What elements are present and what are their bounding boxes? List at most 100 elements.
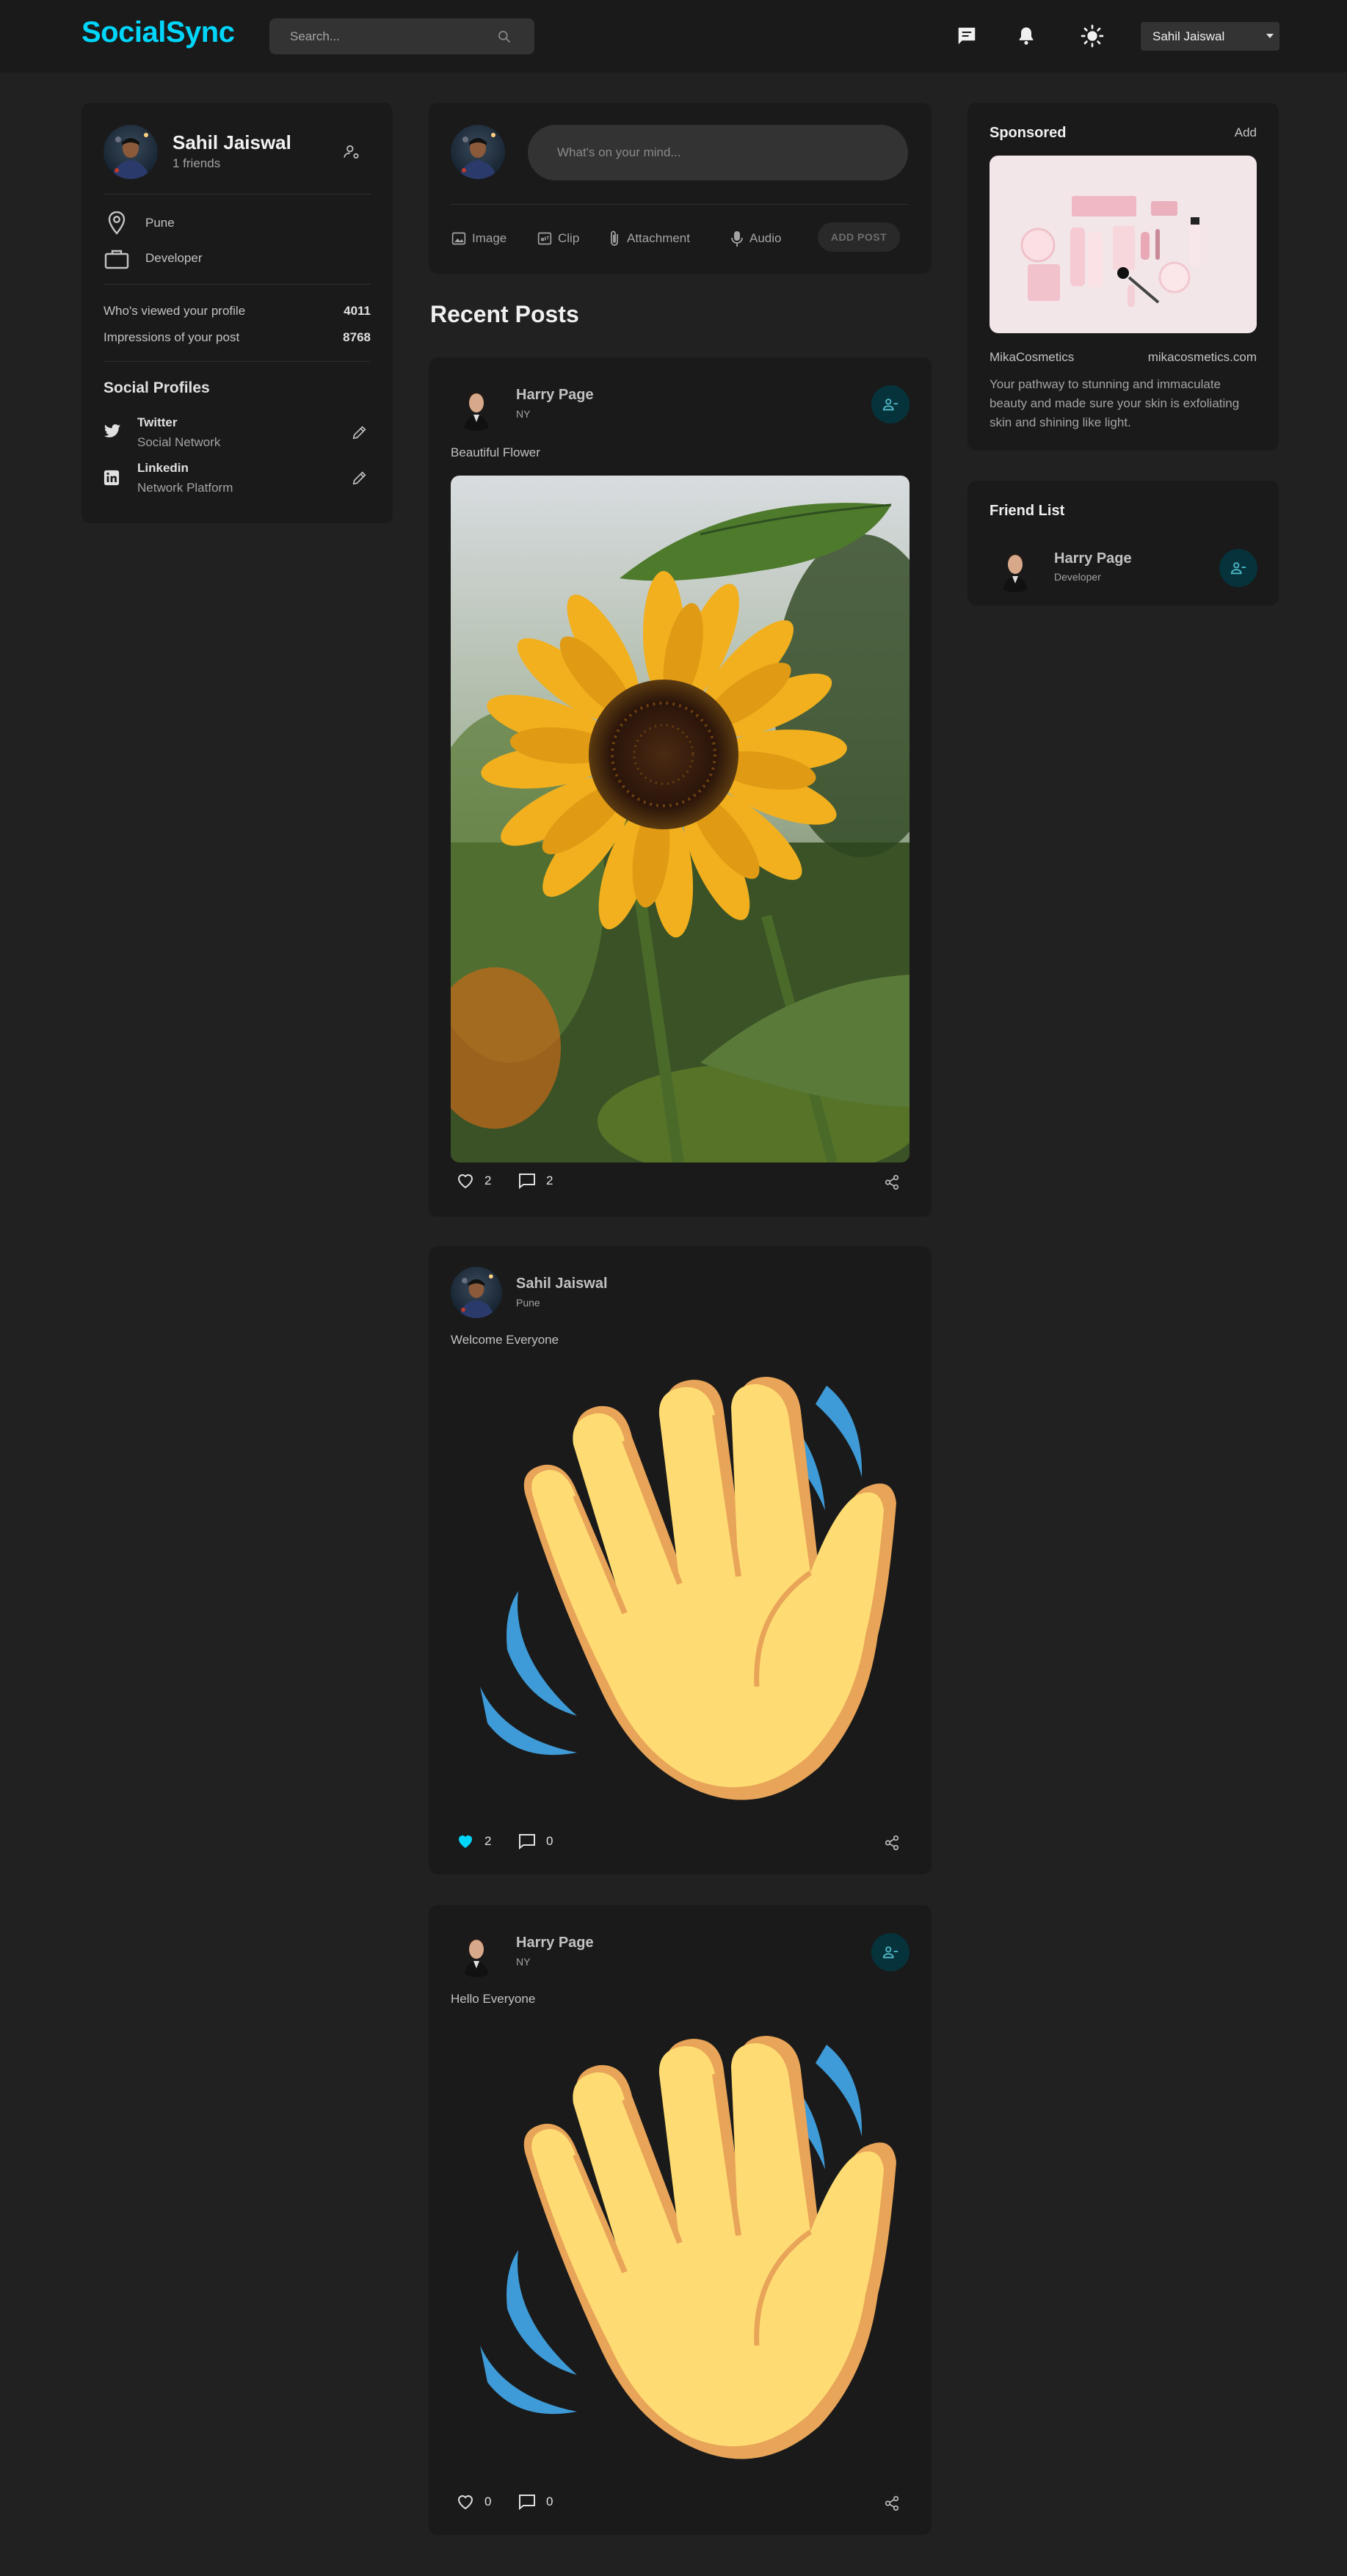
add-friend-button[interactable] — [871, 1933, 910, 1971]
like-count: 2 — [484, 1174, 492, 1187]
post-image[interactable] — [451, 476, 910, 1163]
audio-tool-button[interactable]: Audio — [730, 228, 781, 250]
like-button[interactable]: 2 — [457, 1173, 491, 1189]
divider — [451, 204, 908, 205]
divider — [104, 284, 371, 285]
person-remove-icon — [1230, 562, 1246, 575]
message-icon — [958, 27, 976, 45]
sponsored-title: Sponsored — [990, 125, 1067, 141]
manage-account-button[interactable] — [342, 142, 361, 161]
like-count: 0 — [484, 2495, 492, 2508]
post-description: Welcome Everyone — [451, 1333, 559, 1347]
microphone-icon — [731, 231, 743, 247]
location-icon — [108, 211, 126, 235]
post-author-name[interactable]: Harry Page — [516, 1935, 594, 1951]
add-post-button[interactable]: ADD POST — [818, 222, 900, 252]
search-button[interactable] — [482, 18, 526, 54]
messages-button[interactable] — [952, 21, 981, 51]
attachment-tool-button[interactable]: Attachment — [608, 228, 690, 250]
linkedin-name[interactable]: Linkedin — [137, 461, 189, 476]
post-image[interactable] — [451, 1364, 910, 1826]
post-author-avatar[interactable] — [451, 379, 502, 431]
search-bar — [269, 18, 534, 54]
clip-tool-button[interactable]: Clip — [537, 228, 579, 250]
comment-icon — [519, 2495, 535, 2510]
heart-outline-icon — [457, 2495, 473, 2510]
image-tool-button[interactable]: Image — [451, 228, 507, 250]
friend-list-title: Friend List — [990, 503, 1065, 519]
image-icon — [451, 232, 466, 245]
profile-friends-count: 1 friends — [173, 156, 221, 170]
twitter-desc: Social Network — [137, 435, 221, 449]
image-tool-label: Image — [472, 231, 507, 245]
social-profiles-title: Social Profiles — [104, 379, 210, 396]
notifications-button[interactable] — [1012, 21, 1041, 51]
like-button[interactable]: 2 — [457, 1833, 491, 1849]
clip-tool-label: Clip — [558, 231, 580, 245]
sunflower-photo — [451, 476, 910, 1163]
profile-occupation: Developer — [145, 251, 203, 265]
post-image[interactable] — [451, 2023, 910, 2485]
composer-avatar — [451, 125, 505, 179]
waving-hand-icon — [451, 1364, 910, 1826]
attachment-tool-label: Attachment — [627, 231, 690, 245]
like-button[interactable]: 0 — [457, 2494, 491, 2510]
profile-avatar[interactable] — [104, 125, 158, 179]
post-description: Beautiful Flower — [451, 445, 540, 459]
search-icon — [498, 30, 511, 43]
post-author-avatar[interactable] — [451, 1926, 502, 1977]
light-mode-icon — [1081, 24, 1104, 48]
post-author-name[interactable]: Sahil Jaiswal — [516, 1276, 608, 1292]
comment-count: 0 — [546, 2495, 553, 2508]
work-icon — [104, 249, 129, 269]
sponsor-website[interactable]: mikacosmetics.com — [1148, 350, 1257, 365]
theme-toggle-button[interactable] — [1078, 21, 1107, 51]
share-icon — [885, 1175, 899, 1190]
share-button[interactable] — [884, 2495, 900, 2511]
friend-avatar[interactable] — [990, 541, 1041, 592]
edit-linkedin-button[interactable] — [352, 470, 368, 486]
friend-occupation: Developer — [1054, 571, 1101, 583]
post-text-input[interactable] — [528, 125, 908, 181]
add-friend-button[interactable] — [871, 385, 910, 423]
impressions-label: Impressions of your post — [104, 330, 240, 344]
edit-icon — [352, 471, 366, 485]
friend-name[interactable]: Harry Page — [1054, 550, 1132, 567]
user-profile-widget: Sahil Jaiswal 1 friends Pune Developer W… — [81, 103, 393, 523]
recent-posts-title: Recent Posts — [430, 301, 579, 327]
cosmetics-photo — [990, 156, 1257, 333]
gif-icon — [537, 232, 552, 245]
edit-twitter-button[interactable] — [352, 424, 368, 440]
brand-logo[interactable]: SocialSync — [81, 16, 235, 49]
post-author-avatar[interactable] — [451, 1267, 502, 1318]
post-card: Harry Page NY Beautiful Flower 2 2 — [429, 357, 932, 1217]
post-description: Hello Everyone — [451, 1992, 536, 2006]
heart-outline-icon — [457, 1174, 473, 1189]
post-card: Harry Page NY Hello Everyone 0 0 — [429, 1905, 932, 2535]
edit-icon — [352, 426, 366, 440]
share-icon — [885, 1835, 899, 1850]
sponsored-image[interactable] — [990, 156, 1257, 333]
friend-list-widget: Friend List Harry Page Developer — [967, 481, 1279, 605]
notifications-icon — [1019, 27, 1034, 45]
twitter-icon — [104, 424, 121, 439]
share-button[interactable] — [884, 1835, 900, 1851]
user-select[interactable]: Sahil Jaiswal — [1141, 22, 1279, 51]
profile-views-value: 4011 — [344, 304, 371, 318]
remove-friend-button[interactable] — [1219, 549, 1257, 587]
create-ad-link[interactable]: Add — [1235, 125, 1257, 140]
post-author-name[interactable]: Harry Page — [516, 387, 594, 404]
post-card: Sahil Jaiswal Pune Welcome Everyone 2 0 — [429, 1246, 932, 1874]
comment-icon — [519, 1174, 535, 1189]
share-button[interactable] — [884, 1174, 900, 1190]
comment-button[interactable]: 2 — [518, 1173, 553, 1189]
heart-filled-icon — [459, 1835, 472, 1848]
share-icon — [885, 2496, 899, 2511]
comment-button[interactable]: 0 — [518, 1833, 553, 1849]
linkedin-desc: Network Platform — [137, 481, 233, 495]
profile-name[interactable]: Sahil Jaiswal — [173, 131, 291, 154]
twitter-name[interactable]: Twitter — [137, 415, 177, 430]
search-input[interactable] — [290, 18, 481, 54]
sponsor-description: Your pathway to stunning and immaculate … — [990, 377, 1240, 429]
comment-button[interactable]: 0 — [518, 2494, 553, 2510]
